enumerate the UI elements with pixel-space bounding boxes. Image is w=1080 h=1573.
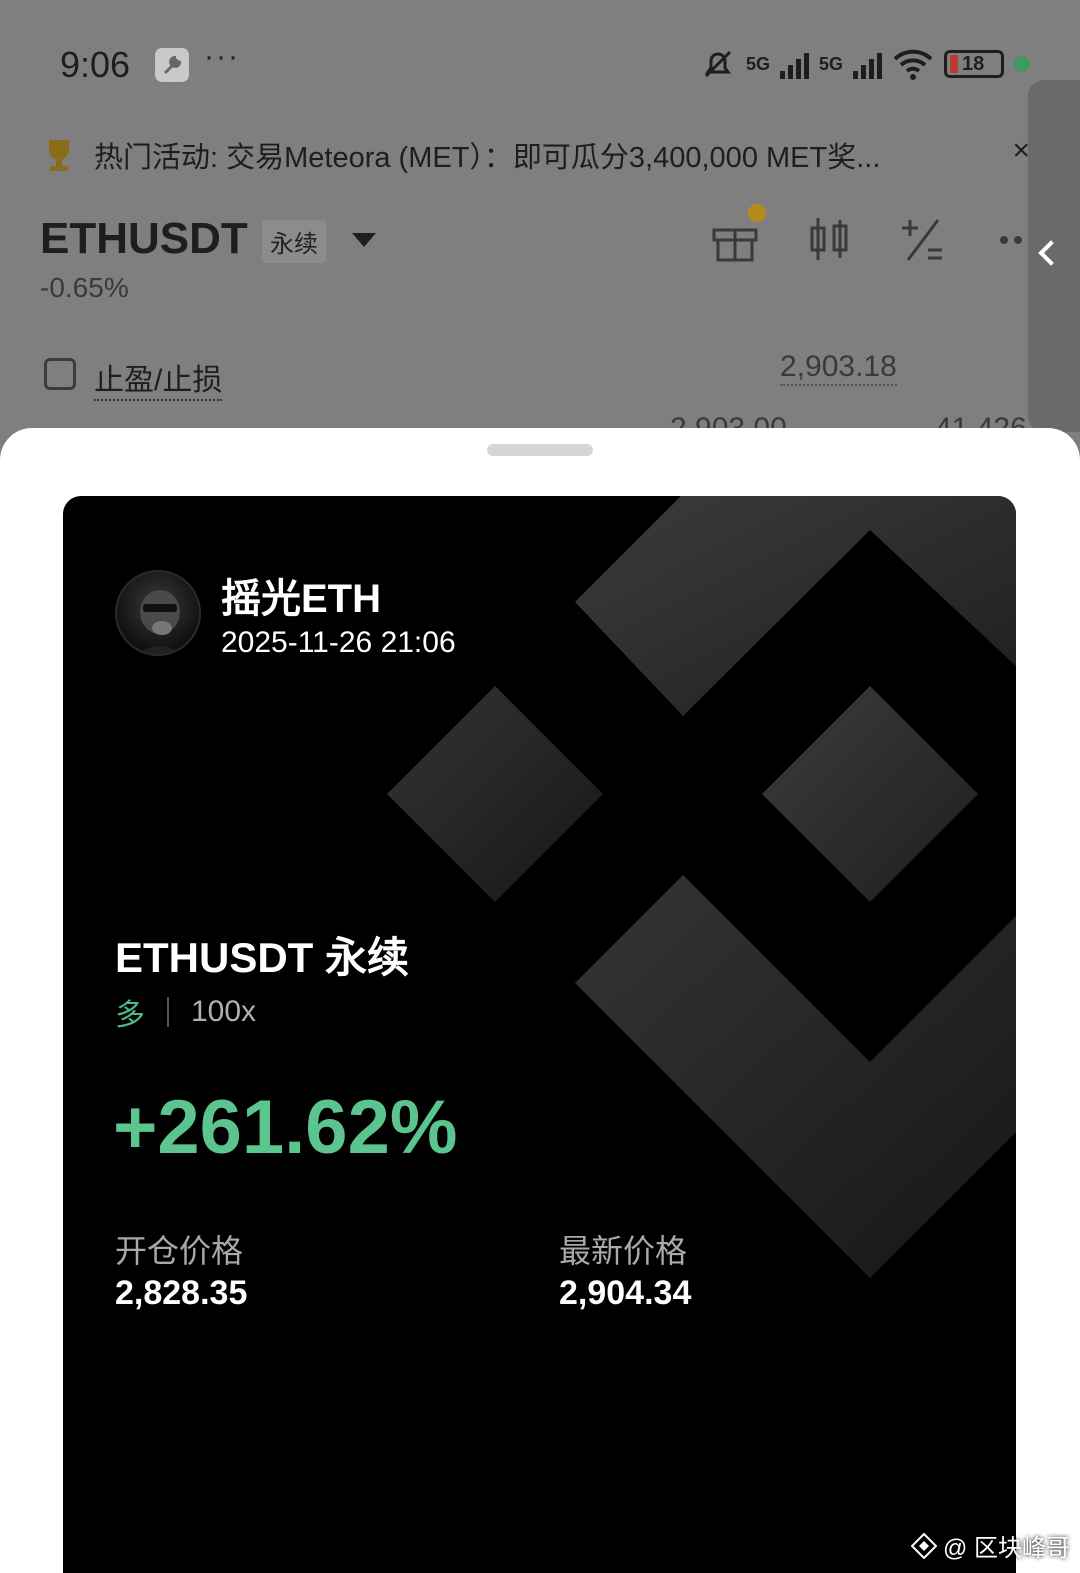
gift-icon[interactable]: [710, 204, 766, 264]
sheet-drag-handle[interactable]: [487, 444, 593, 456]
privacy-indicator-dot: [1014, 56, 1030, 72]
pair-title: ETHUSDT 永续: [115, 934, 410, 981]
wrench-icon: [155, 48, 189, 82]
share-sheet: 摇光ETH 2025-11-26 21:06 ETHUSDT 永续 多 100x…: [0, 428, 1080, 1573]
calculator-icon[interactable]: [898, 214, 948, 264]
diamond-logo-icon: [910, 1532, 937, 1559]
tp-sl-checkbox[interactable]: [44, 358, 76, 390]
battery-icon: 18: [944, 50, 1004, 78]
candlestick-icon[interactable]: [804, 214, 854, 264]
promo-banner[interactable]: 热门活动: 交易Meteora (MET）：即可瓜分3,400,000 MET奖…: [40, 130, 1040, 180]
chevron-left-icon: [1038, 240, 1064, 266]
last-price: 2,904.34: [559, 1274, 692, 1312]
side-drawer-tab[interactable]: [1028, 80, 1080, 432]
pnl-percent: +261.62%: [113, 1085, 458, 1170]
notification-dot: [748, 204, 766, 222]
share-timestamp: 2025-11-26 21:06: [221, 626, 456, 659]
signal-icon: [853, 49, 882, 79]
entry-price-label: 开仓价格: [115, 1233, 244, 1269]
network-label-2: 5G: [818, 53, 843, 74]
share-card: 摇光ETH 2025-11-26 21:06 ETHUSDT 永续 多 100x…: [63, 496, 1016, 1573]
trophy-icon: [49, 140, 69, 171]
username: 摇光ETH: [221, 577, 381, 621]
leverage: 100x: [191, 995, 257, 1028]
wifi-icon: [893, 49, 933, 80]
tp-sl-label: 止盈/止损: [94, 355, 223, 401]
header-actions: [710, 204, 1042, 264]
symbol-title[interactable]: ETHUSDT: [40, 214, 248, 264]
chevron-down-icon[interactable]: [352, 233, 376, 247]
divider: [167, 997, 169, 1027]
position-side: 多: [115, 999, 145, 1032]
price-change: -0.65%: [40, 272, 129, 303]
signal-icon: [779, 49, 809, 79]
last-price-label: 最新价格: [559, 1233, 688, 1269]
bell-muted-icon: [704, 50, 732, 78]
avatar: [115, 570, 201, 656]
background-app: 9:06 ··· 5G 5G 18 热门活动: 交易Meteora (MET）：…: [0, 0, 1080, 445]
status-more-dots: ···: [204, 40, 240, 73]
status-time: 9:06: [60, 44, 131, 85]
position-info: 多 100x: [115, 990, 256, 1034]
entry-price: 2,828.35: [115, 1274, 248, 1312]
order-price: 2,903.18: [780, 350, 897, 386]
watermark: @ 区块峰哥: [910, 1528, 1070, 1563]
binance-logo-pattern: [387, 496, 1016, 1278]
battery-level: 18: [962, 52, 985, 75]
watermark-text: @ 区块峰哥: [942, 1535, 1070, 1562]
network-label-1: 5G: [745, 53, 770, 74]
promo-banner-text: 热门活动: 交易Meteora (MET）：即可瓜分3,400,000 MET奖…: [94, 142, 881, 174]
contract-type-tag: 永续: [262, 220, 326, 263]
status-icons: 5G 5G 18: [700, 46, 1030, 82]
